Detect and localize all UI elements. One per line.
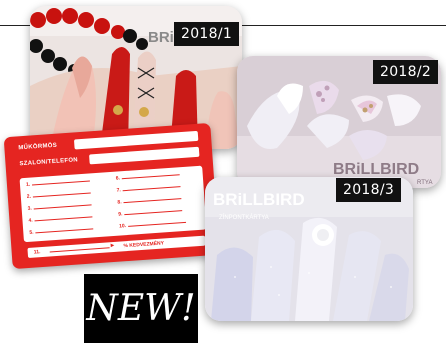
stamp-11: 11. <box>33 249 41 256</box>
stamp-10: 10. <box>118 223 127 230</box>
arrow-right-icon: ► <box>109 242 116 250</box>
issue-tag-2018-1: 2018/1 <box>174 22 240 46</box>
brand-subtitle: ZÍNPONTKÁRTYA <box>219 214 269 221</box>
issue-tag-2018-2: 2018/2 <box>373 60 439 84</box>
card-stamp-grid: 1. 2. 3. 4. 5. 6. 7. 8. 9. 10. <box>19 165 207 243</box>
stamp-7: 7. <box>116 187 122 194</box>
stamp-1: 1. <box>25 181 31 188</box>
stamp-8: 8. <box>117 199 122 206</box>
loyalty-card[interactable]: MŰKÖRMÖS SZALON/TELEFON 1. 2. 3. 4. 5. 6… <box>3 122 220 270</box>
brand-subtitle: RTYA <box>417 180 432 186</box>
brand-watermark: BRiLLBIRD <box>213 190 305 209</box>
stamp-4: 4. <box>28 217 33 224</box>
card-field-technician <box>73 130 199 150</box>
stamp-6: 6. <box>115 175 121 182</box>
stamp-3: 3. <box>27 205 33 212</box>
card-field-salon <box>89 146 200 165</box>
discount-line <box>49 247 110 253</box>
stamp-5: 5. <box>29 229 34 236</box>
issue-tag-2018-3: 2018/3 <box>336 178 402 202</box>
stamp-9: 9. <box>118 211 123 218</box>
card-label-technician: MŰKÖRMÖS <box>18 142 58 152</box>
card-label-salon: SZALON/TELEFON <box>19 157 79 168</box>
brand-watermark: BRi <box>148 29 174 46</box>
new-badge: NEW! <box>84 274 198 343</box>
discount-label: % KEDVEZMÉNY <box>123 240 165 250</box>
brand-watermark: BRiLLBIRD <box>333 161 419 178</box>
stamp-2: 2. <box>26 193 32 200</box>
